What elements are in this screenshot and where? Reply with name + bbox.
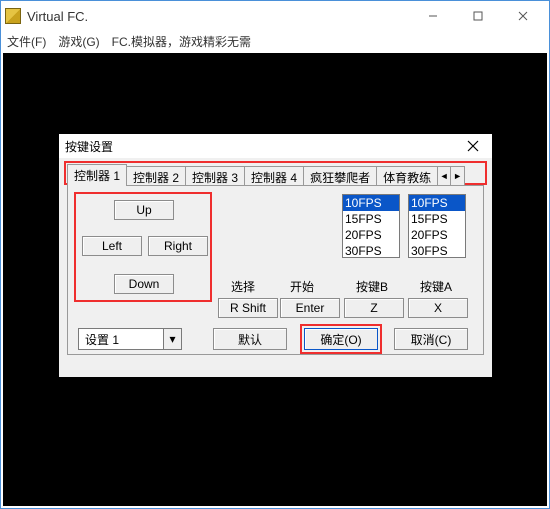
list-item[interactable]: 15FPS xyxy=(343,211,399,227)
maximize-button[interactable] xyxy=(455,2,500,30)
dialog-close-button[interactable] xyxy=(460,135,486,157)
tab-sports-coach[interactable]: 体育教练 xyxy=(376,166,438,186)
label-a: 按键A xyxy=(420,278,452,295)
dpad-up-button[interactable]: Up xyxy=(114,200,174,220)
menu-bar: 文件(F) 游戏(G) FC.模拟器，游戏精彩无需 xyxy=(1,31,549,51)
cancel-button[interactable]: 取消(C) xyxy=(394,328,468,350)
label-select: 选择 xyxy=(231,278,255,295)
title-bar: Virtual FC. xyxy=(1,1,549,31)
tab-controller-3[interactable]: 控制器 3 xyxy=(185,166,245,186)
menu-game[interactable]: 游戏(G) xyxy=(58,33,99,50)
label-b: 按键B xyxy=(356,278,388,295)
menu-file[interactable]: 文件(F) xyxy=(7,33,46,50)
dialog-title: 按键设置 xyxy=(65,138,113,155)
list-item[interactable]: 30FPS xyxy=(409,243,465,258)
dialog-title-bar: 按键设置 xyxy=(59,134,492,158)
key-settings-dialog: 按键设置 控制器 1 控制器 2 控制器 3 控制器 4 疯狂攀爬者 体育教练 … xyxy=(58,133,493,378)
default-button[interactable]: 默认 xyxy=(213,328,287,350)
dpad-right-button[interactable]: Right xyxy=(148,236,208,256)
list-item[interactable]: 30FPS xyxy=(343,243,399,258)
list-item[interactable]: 20FPS xyxy=(343,227,399,243)
minimize-button[interactable] xyxy=(410,2,455,30)
key-select-button[interactable]: R Shift xyxy=(218,298,278,318)
fps-list-b[interactable]: 10FPS 15FPS 20FPS 30FPS xyxy=(408,194,466,258)
list-item[interactable]: 15FPS xyxy=(409,211,465,227)
tab-strip: 控制器 1 控制器 2 控制器 3 控制器 4 疯狂攀爬者 体育教练 ◄ ► xyxy=(67,164,484,186)
tab-panel: Up Left Right Down 10FPS 15FPS 20FPS 30F… xyxy=(67,185,484,355)
profile-combo[interactable]: 设置 1 ▾ xyxy=(78,328,182,350)
tab-controller-2[interactable]: 控制器 2 xyxy=(126,166,186,186)
chevron-down-icon: ▾ xyxy=(163,329,181,349)
list-item[interactable]: 10FPS xyxy=(343,195,399,211)
app-window: Virtual FC. 文件(F) 游戏(G) FC.模拟器，游戏精彩无需 按键… xyxy=(0,0,550,509)
key-start-button[interactable]: Enter xyxy=(280,298,340,318)
app-icon xyxy=(5,8,21,24)
emulator-viewport: 按键设置 控制器 1 控制器 2 控制器 3 控制器 4 疯狂攀爬者 体育教练 … xyxy=(3,53,547,506)
fps-list-a[interactable]: 10FPS 15FPS 20FPS 30FPS xyxy=(342,194,400,258)
list-item[interactable]: 20FPS xyxy=(409,227,465,243)
close-button[interactable] xyxy=(500,2,545,30)
tab-scroll-right[interactable]: ► xyxy=(451,166,465,186)
key-b-button[interactable]: Z xyxy=(344,298,404,318)
ok-button[interactable]: 确定(O) xyxy=(304,328,378,350)
app-title: Virtual FC. xyxy=(27,9,88,24)
tab-controller-1[interactable]: 控制器 1 xyxy=(67,164,127,186)
menu-extra[interactable]: FC.模拟器，游戏精彩无需 xyxy=(112,33,251,50)
tab-controller-4[interactable]: 控制器 4 xyxy=(244,166,304,186)
tab-scroll-left[interactable]: ◄ xyxy=(437,166,451,186)
tabs-container: 控制器 1 控制器 2 控制器 3 控制器 4 疯狂攀爬者 体育教练 ◄ ► U… xyxy=(67,164,484,355)
profile-value: 设置 1 xyxy=(85,331,119,348)
dpad-down-button[interactable]: Down xyxy=(114,274,174,294)
dpad-left-button[interactable]: Left xyxy=(82,236,142,256)
tab-crazy-climber[interactable]: 疯狂攀爬者 xyxy=(303,166,377,186)
key-a-button[interactable]: X xyxy=(408,298,468,318)
label-start: 开始 xyxy=(290,278,314,295)
list-item[interactable]: 10FPS xyxy=(409,195,465,211)
